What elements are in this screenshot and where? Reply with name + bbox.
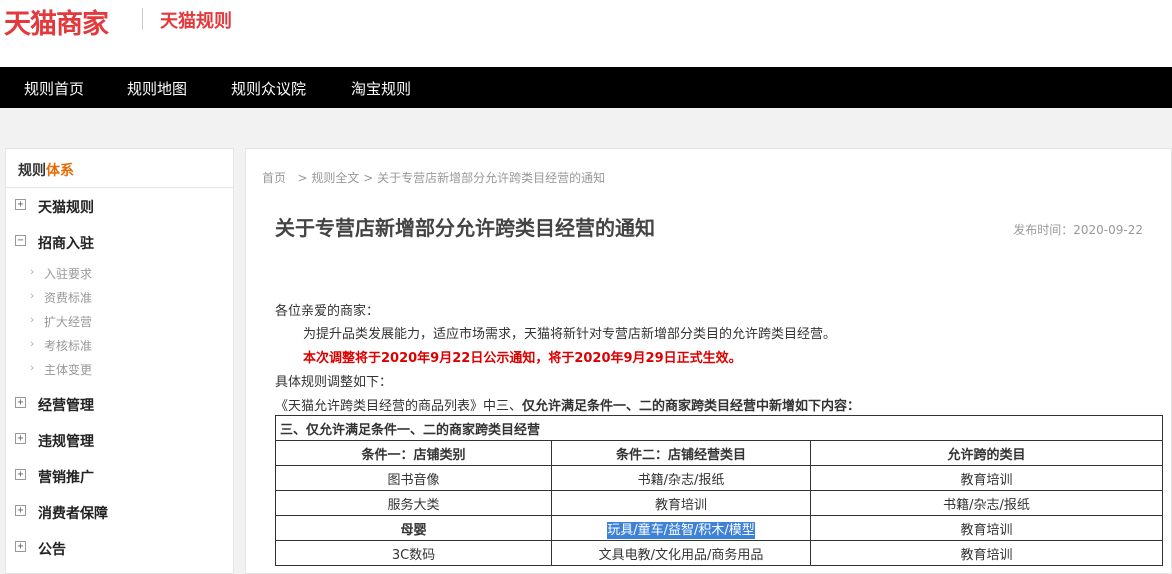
expand-plus-icon[interactable]: +	[15, 541, 26, 552]
top-header: 天猫商家 天猫规则	[0, 0, 1172, 67]
main-nav: 规则首页 规则地图 规则众议院 淘宝规则	[0, 67, 1172, 108]
sidebar-item-expand-business[interactable]: › 扩大经营	[6, 310, 233, 330]
article-paragraph-1: 为提升品类发展能力，适应市场需求，天猫将新针对专营店新增部分类目的允许跨类目经营…	[303, 327, 837, 342]
tmall-rules-logo[interactable]: 天猫规则	[160, 7, 232, 33]
chevron-right-icon: ›	[30, 361, 35, 374]
cross-category-table: 三、仅允许满足条件一、二的商家跨类目经营 条件一：店铺类别 条件二：店铺经营类目…	[275, 415, 1163, 566]
table-header-cell: 允许跨的类目	[810, 440, 1163, 466]
breadcrumb: 首页 > 规则全文 > 关于专营店新增部分允许跨类目经营的通知	[262, 169, 605, 186]
sidebar-item-assessment-standards[interactable]: › 考核标准	[6, 334, 233, 354]
table-cell: 教育培训	[810, 515, 1163, 541]
expand-plus-icon[interactable]: +	[15, 199, 26, 210]
table-caption: 三、仅允许满足条件一、二的商家跨类目经营	[275, 415, 1163, 441]
chevron-right-icon: ›	[30, 337, 35, 350]
table-cell: 教育培训	[810, 540, 1163, 566]
sidebar-item-label: 考核标准	[44, 339, 93, 353]
table-row: 3C数码 文具电教/文化用品/商务用品 教育培训	[275, 540, 1163, 566]
table-header-row: 条件一：店铺类别 条件二：店铺经营类目 允许跨的类目	[275, 440, 1163, 466]
sidebar-group-label: 招商入驻	[38, 236, 94, 252]
sidebar-item-label: 入驻要求	[44, 267, 93, 281]
sidebar-group-marketing[interactable]: + 营销推广	[6, 464, 233, 488]
publish-date: 发布时间：2020-09-22	[1013, 221, 1143, 238]
breadcrumb-separator: >	[289, 171, 312, 185]
table-cell: 书籍/杂志/报纸	[551, 465, 811, 491]
table-row: 图书音像 书籍/杂志/报纸 教育培训	[275, 465, 1163, 491]
selected-text[interactable]: 玩具/童车/益智/积木/模型	[607, 521, 755, 539]
article-panel: 首页 > 规则全文 > 关于专营店新增部分允许跨类目经营的通知 关于专营店新增部…	[245, 148, 1172, 574]
table-header-cell: 条件一：店铺类别	[275, 440, 552, 466]
sidebar-group-label: 经营管理	[38, 398, 94, 414]
nav-item-rules-home[interactable]: 规则首页	[24, 78, 84, 99]
sidebar-title: 规则体系	[18, 160, 74, 180]
article-paragraph-4: 《天猫允许跨类目经营的商品列表》中三、仅允许满足条件一、二的商家跨类目经营中新增…	[275, 395, 860, 414]
sidebar-item-fee-standards[interactable]: › 资费标准	[6, 286, 233, 306]
article-paragraph-3: 具体规则调整如下：	[275, 375, 393, 390]
table-cell: 文具电教/文化用品/商务用品	[551, 540, 811, 566]
collapse-minus-icon[interactable]: −	[15, 235, 26, 246]
nav-item-rules-forum[interactable]: 规则众议院	[231, 78, 306, 99]
breadcrumb-separator: >	[363, 171, 378, 185]
sidebar-group-tmall-rules[interactable]: + 天猫规则	[6, 194, 233, 218]
table-cell: 图书音像	[275, 465, 552, 491]
chevron-right-icon: ›	[30, 313, 35, 326]
sidebar-title-main: 规则	[18, 163, 46, 179]
nav-item-rules-map[interactable]: 规则地图	[127, 78, 187, 99]
table-header-cell: 条件二：店铺经营类目	[551, 440, 811, 466]
breadcrumb-home-link[interactable]: 首页	[262, 171, 286, 185]
sidebar-group-merchant-onboarding[interactable]: − 招商入驻	[6, 230, 233, 254]
sidebar-group-label: 消费者保障	[38, 506, 108, 522]
publish-date-label: 发布时间：	[1013, 223, 1074, 237]
table-cell: 教育培训	[810, 465, 1163, 491]
sidebar-group-announcements[interactable]: + 公告	[6, 536, 233, 560]
expand-plus-icon[interactable]: +	[15, 505, 26, 516]
sidebar-title-accent: 体系	[46, 163, 74, 179]
table-cell: 服务大类	[275, 490, 552, 516]
rules-sidebar: 规则体系 + 天猫规则 − 招商入驻 › 入驻要求 › 资费标准 › 扩大经营 …	[5, 148, 234, 574]
breadcrumb-current: 关于专营店新增部分允许跨类目经营的通知	[377, 171, 606, 185]
nav-item-taobao-rules[interactable]: 淘宝规则	[351, 78, 411, 99]
sidebar-group-operations[interactable]: + 经营管理	[6, 392, 233, 416]
table-cell: 教育培训	[551, 490, 811, 516]
sidebar-item-label: 扩大经营	[44, 315, 93, 329]
chevron-right-icon: ›	[30, 289, 35, 302]
sidebar-item-label: 主体变更	[44, 363, 93, 377]
article-greeting: 各位亲爱的商家：	[275, 304, 380, 319]
expand-plus-icon[interactable]: +	[15, 469, 26, 480]
article-effective-notice: 本次调整将于2020年9月22日公示通知，将于2020年9月29日正式生效。	[303, 351, 742, 366]
table-caption-row: 三、仅允许满足条件一、二的商家跨类目经营	[275, 415, 1163, 441]
sidebar-group-label: 营销推广	[38, 470, 94, 486]
table-cell: 书籍/杂志/报纸	[810, 490, 1163, 516]
expand-plus-icon[interactable]: +	[15, 433, 26, 444]
breadcrumb-full-rules-link[interactable]: 规则全文	[311, 171, 359, 185]
article-paragraph-4-normal: 《天猫允许跨类目经营的商品列表》中三、	[275, 399, 523, 414]
expand-plus-icon[interactable]: +	[15, 397, 26, 408]
sidebar-item-entity-change[interactable]: › 主体变更	[6, 358, 233, 378]
logo-divider	[142, 8, 143, 30]
article-title: 关于专营店新增部分允许跨类目经营的通知	[275, 216, 655, 240]
chevron-right-icon: ›	[30, 265, 35, 278]
table-cell-selected: 玩具/童车/益智/积木/模型	[551, 515, 811, 541]
table-cell: 3C数码	[275, 540, 552, 566]
sidebar-item-label: 资费标准	[44, 291, 93, 305]
sidebar-group-consumer-protection[interactable]: + 消费者保障	[6, 500, 233, 524]
sidebar-item-entry-requirements[interactable]: › 入驻要求	[6, 262, 233, 282]
tmall-merchant-logo[interactable]: 天猫商家	[4, 2, 109, 41]
article-paragraph-4-bold: 仅允许满足条件一、二的商家跨类目经营中新增如下内容：	[522, 399, 861, 414]
sidebar-group-label: 天猫规则	[38, 200, 94, 216]
sidebar-group-label: 公告	[38, 542, 66, 558]
table-row: 母婴 玩具/童车/益智/积木/模型 教育培训	[275, 515, 1163, 541]
table-row: 服务大类 教育培训 书籍/杂志/报纸	[275, 490, 1163, 516]
sidebar-divider	[6, 187, 233, 188]
sidebar-group-label: 违规管理	[38, 434, 94, 450]
publish-date-value: 2020-09-22	[1073, 223, 1143, 237]
sidebar-group-violations[interactable]: + 违规管理	[6, 428, 233, 452]
table-cell: 母婴	[275, 515, 552, 541]
